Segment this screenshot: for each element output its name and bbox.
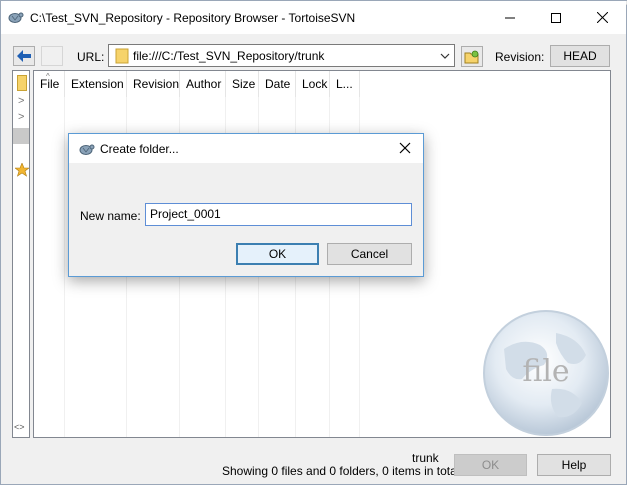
tortoisesvn-app-icon <box>8 12 24 23</box>
new-name-input[interactable]: Project_0001 <box>145 203 412 226</box>
maximize-icon <box>551 12 561 23</box>
revision-label: Revision: <box>495 50 545 64</box>
column-header-author[interactable]: Author <box>180 71 226 97</box>
help-button[interactable]: Help <box>537 454 611 476</box>
column-header-extension[interactable]: Extension <box>65 71 127 97</box>
maximize-button[interactable] <box>533 1 579 34</box>
column-header-revision[interactable]: Revision <box>127 71 180 97</box>
open-folder-icon <box>464 50 479 63</box>
back-arrow-icon <box>17 50 31 62</box>
url-value: file:///C:/Test_SVN_Repository/trunk <box>133 49 325 63</box>
tree-selected-item[interactable] <box>13 128 29 144</box>
repository-tree[interactable]: > > <> <box>12 70 30 438</box>
status-current-path: trunk <box>412 451 439 465</box>
sort-ascending-icon: ^ <box>46 72 50 81</box>
url-combobox[interactable]: file:///C:/Test_SVN_Repository/trunk <box>108 44 455 67</box>
new-name-label: New name: <box>80 209 141 223</box>
column-header-date[interactable]: Date <box>259 71 296 97</box>
column-header-size[interactable]: Size <box>226 71 259 97</box>
back-button[interactable] <box>13 46 35 66</box>
column-divider <box>64 97 65 437</box>
chevron-down-icon[interactable] <box>439 49 451 63</box>
window-title: C:\Test_SVN_Repository - Repository Brow… <box>30 11 356 25</box>
close-icon[interactable] <box>397 140 413 156</box>
tree-folder-icon <box>17 75 27 91</box>
tree-horizontal-scroll[interactable]: <> <box>14 422 25 432</box>
revision-head-button[interactable]: HEAD <box>550 45 610 67</box>
tree-expand-arrow[interactable]: > <box>18 95 24 107</box>
dialog-title: Create folder... <box>100 142 179 156</box>
tortoisesvn-app-icon <box>79 144 95 155</box>
file-globe-watermark: file <box>483 310 609 436</box>
column-headers: ^ File Extension Revision Author Size Da… <box>34 71 610 97</box>
dialog-ok-button[interactable]: OK <box>236 243 319 265</box>
watermark-text: file <box>522 354 569 389</box>
toolbar: URL: file:///C:/Test_SVN_Repository/trun… <box>1 34 626 70</box>
url-label: URL: <box>77 50 105 64</box>
column-header-lock-comment[interactable]: L... <box>330 71 360 97</box>
tree-expand-arrow[interactable]: > <box>18 111 24 123</box>
dialog-title-bar[interactable]: Create folder... <box>69 134 423 163</box>
close-icon <box>596 12 608 23</box>
column-header-lock[interactable]: Lock <box>296 71 330 97</box>
minimize-icon <box>505 17 515 18</box>
dialog-cancel-button[interactable]: Cancel <box>327 243 412 265</box>
minimize-button[interactable] <box>487 1 533 34</box>
folder-icon <box>115 48 129 64</box>
browse-folder-button[interactable] <box>461 46 483 67</box>
status-item-counts: Showing 0 files and 0 folders, 0 items i… <box>222 464 460 478</box>
ok-button-disabled[interactable]: OK <box>454 454 527 476</box>
column-header-file[interactable]: ^ File <box>34 71 65 97</box>
create-folder-dialog: Create folder... New name: Project_0001 … <box>68 133 424 277</box>
title-bar[interactable]: C:\Test_SVN_Repository - Repository Brow… <box>1 1 626 34</box>
close-button[interactable] <box>579 1 625 34</box>
forward-button[interactable] <box>41 46 63 66</box>
bookmark-star-icon[interactable] <box>15 163 29 177</box>
